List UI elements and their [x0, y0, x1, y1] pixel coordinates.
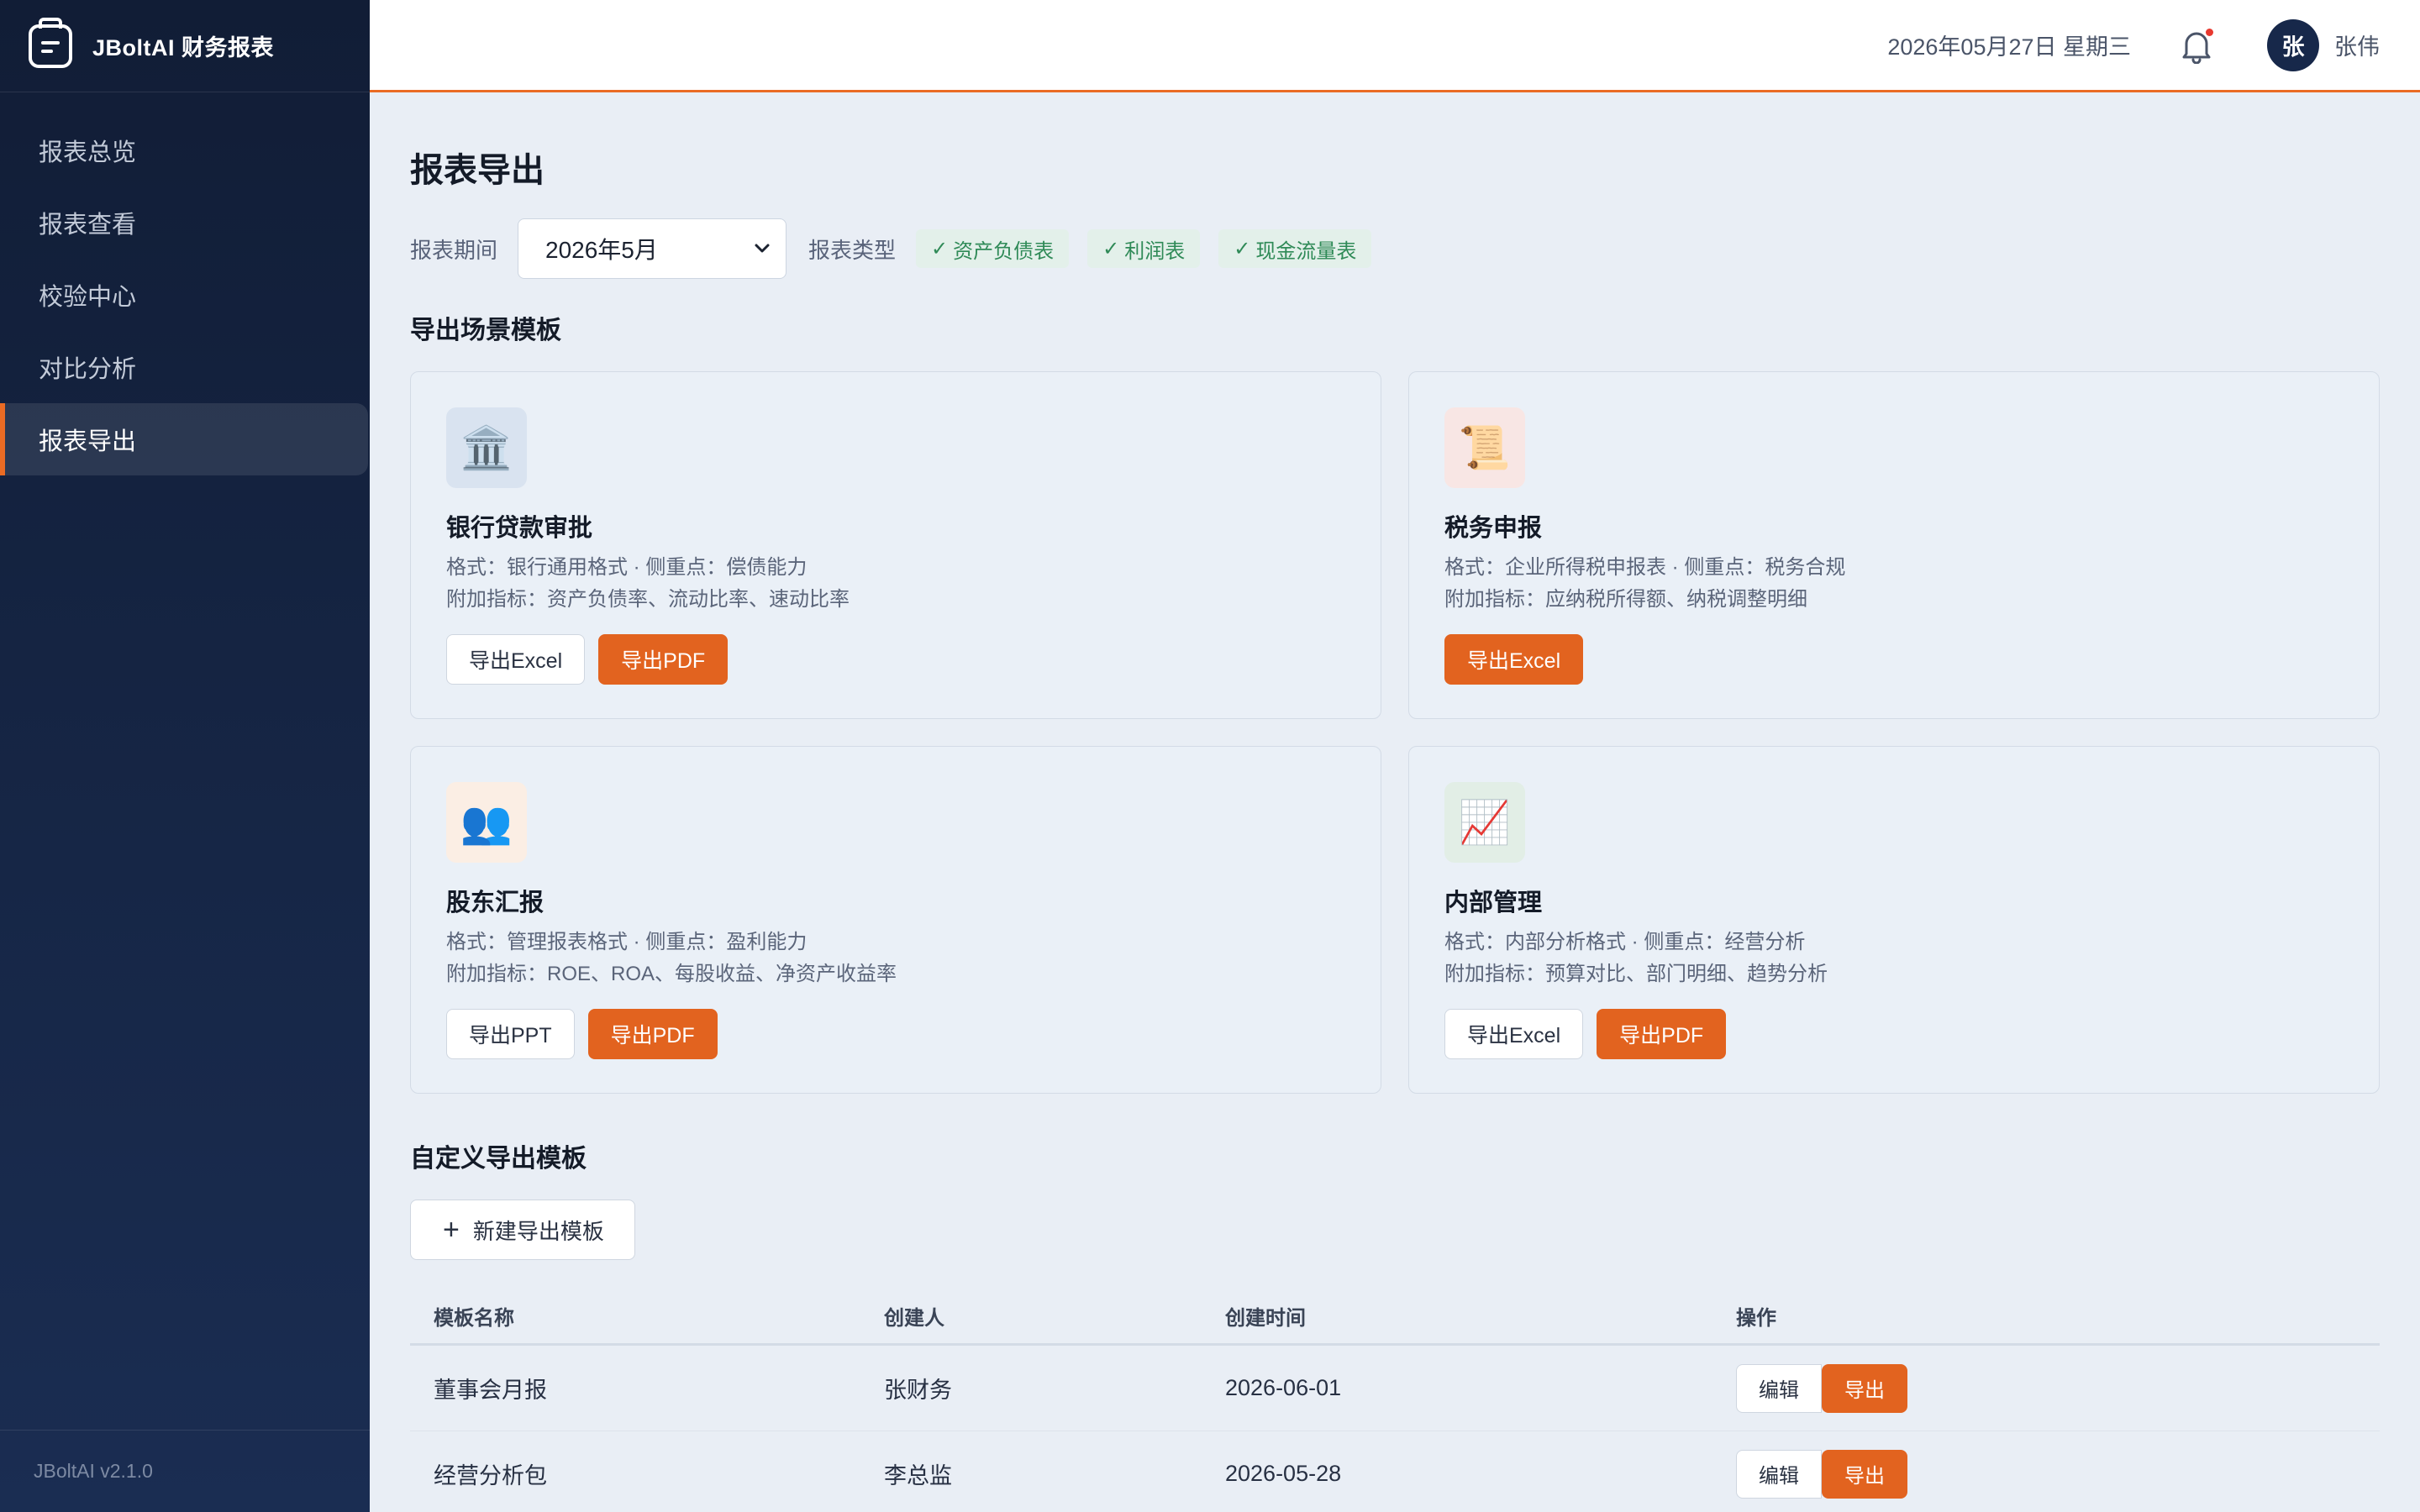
check-icon: ✓	[931, 237, 949, 260]
cell-name: 经营分析包	[434, 1463, 547, 1488]
table-row: 经营分析包 李总监 2026-05-28 编辑 导出	[410, 1431, 2380, 1512]
tag-label: 资产负债表	[953, 239, 1055, 263]
sidebar-item-view[interactable]: 报表查看	[0, 186, 368, 259]
card-title: 税务申报	[1444, 515, 1543, 542]
people-icon: 👥	[446, 782, 527, 863]
card-title: 股东汇报	[446, 890, 544, 916]
export-button[interactable]: 导出	[1822, 1363, 1907, 1413]
sidebar-item-label: 报表查看	[39, 212, 137, 239]
card-format: 格式：内部分析格式 · 侧重点：经营分析	[1444, 931, 1806, 953]
export-button[interactable]: 导出	[1822, 1449, 1907, 1499]
inbox-logo-icon	[29, 17, 72, 68]
period-label: 报表期间	[410, 237, 498, 263]
current-date: 2026年05月27日 星期三	[1887, 34, 2131, 60]
avatar[interactable]: 张	[2267, 18, 2319, 71]
sidebar: JBoltAI 财务报表 报表总览 报表查看 校验中心 对比分析 报表导出 JB…	[0, 0, 370, 1512]
card-title: 内部管理	[1444, 890, 1543, 916]
sidebar-item-label: 对比分析	[39, 356, 137, 383]
check-icon: ✓	[1102, 237, 1120, 260]
template-table: 模板名称 创建人 创建时间 操作 董事会月报 张财务 2026-06-01 编辑…	[410, 1289, 2380, 1512]
filter-bar: 报表期间 2026年5月 报表类型 ✓ 资产负债表 ✓ 利润表 ✓ 现金流量表	[410, 218, 1390, 279]
scenario-card-tax: 📜 税务申报 格式：企业所得税申报表 · 侧重点：税务合规 附加指标：应纳税所得…	[1408, 371, 2380, 719]
sidebar-nav: 报表总览 报表查看 校验中心 对比分析 报表导出	[0, 114, 370, 475]
scenario-card-shareholder: 👥 股东汇报 格式：管理报表格式 · 侧重点：盈利能力 附加指标：ROE、ROA…	[410, 746, 1381, 1094]
user-name[interactable]: 张伟	[2334, 29, 2380, 61]
edit-button[interactable]: 编辑	[1736, 1449, 1822, 1499]
export-excel-button[interactable]: 导出Excel	[1444, 1009, 1584, 1059]
tag-label: 现金流量表	[1255, 239, 1357, 263]
new-template-label: 新建导出模板	[472, 1218, 604, 1244]
export-pdf-button[interactable]: 导出PDF	[1597, 1009, 1727, 1059]
notification-dot	[2206, 28, 2213, 36]
card-title: 银行贷款审批	[446, 515, 593, 542]
export-excel-button[interactable]: 导出Excel	[446, 634, 586, 685]
cell-actions: 编辑 导出	[1736, 1449, 1907, 1499]
version-label: JBoltAI v2.1.0	[0, 1430, 370, 1512]
scenario-section-title: 导出场景模板	[410, 317, 561, 344]
check-icon: ✓	[1234, 237, 1251, 260]
sidebar-item-comparison[interactable]: 对比分析	[0, 331, 368, 403]
type-label: 报表类型	[808, 237, 897, 263]
cell-creator: 李总监	[884, 1463, 952, 1488]
custom-section-title: 自定义导出模板	[410, 1145, 587, 1173]
table-row: 董事会月报 张财务 2026-06-01 编辑 导出	[410, 1346, 2380, 1431]
cell-created: 2026-05-28	[1225, 1461, 1342, 1486]
export-excel-button[interactable]: 导出Excel	[1444, 634, 1584, 685]
sidebar-item-validation[interactable]: 校验中心	[0, 259, 368, 331]
page-title: 报表导出	[410, 152, 544, 189]
cell-creator: 张财务	[884, 1378, 952, 1403]
card-metrics: 附加指标：预算对比、部门明细、趋势分析	[1444, 963, 1828, 985]
cell-created: 2026-06-01	[1225, 1375, 1342, 1400]
type-tag-income-statement[interactable]: ✓ 利润表	[1087, 229, 1201, 268]
chart-increasing-icon: 📈	[1444, 782, 1525, 863]
card-format: 格式：银行通用格式 · 侧重点：偿债能力	[446, 556, 808, 579]
card-metrics: 附加指标：资产负债率、流动比率、速动比率	[446, 588, 850, 611]
card-metrics: 附加指标：ROE、ROA、每股收益、净资产收益率	[446, 963, 897, 985]
export-ppt-button[interactable]: 导出PPT	[446, 1009, 575, 1059]
sidebar-item-export[interactable]: 报表导出	[0, 403, 368, 475]
edit-button[interactable]: 编辑	[1736, 1363, 1822, 1413]
scenario-cards: 🏛️ 银行贷款审批 格式：银行通用格式 · 侧重点：偿债能力 附加指标：资产负债…	[410, 371, 2380, 1094]
column-creator: 创建人	[884, 1307, 944, 1330]
column-actions: 操作	[1736, 1307, 1776, 1330]
table-header: 模板名称 创建人 创建时间 操作	[410, 1289, 2380, 1346]
sidebar-item-overview[interactable]: 报表总览	[0, 114, 368, 186]
app-title: JBoltAI 财务报表	[92, 35, 275, 60]
plus-icon: +	[443, 1214, 460, 1246]
chevron-down-icon	[755, 244, 770, 253]
export-pdf-button[interactable]: 导出PDF	[587, 1009, 718, 1059]
type-tag-balance-sheet[interactable]: ✓ 资产负债表	[916, 229, 1070, 268]
scroll-icon: 📜	[1444, 407, 1525, 488]
cell-actions: 编辑 导出	[1736, 1363, 1907, 1413]
period-select[interactable]: 2026年5月	[518, 218, 787, 279]
top-header: 2026年05月27日 星期三 张 张伟	[370, 0, 2420, 92]
sidebar-item-label: 校验中心	[39, 284, 137, 311]
sidebar-item-label: 报表导出	[39, 428, 137, 455]
column-created: 创建时间	[1225, 1307, 1306, 1330]
export-pdf-button[interactable]: 导出PDF	[598, 634, 729, 685]
period-value: 2026年5月	[545, 237, 658, 263]
cell-name: 董事会月报	[434, 1378, 547, 1403]
new-template-button[interactable]: + 新建导出模板	[410, 1200, 635, 1260]
card-metrics: 附加指标：应纳税所得额、纳税调整明细	[1444, 588, 1807, 611]
column-name: 模板名称	[434, 1307, 514, 1330]
tag-label: 利润表	[1124, 239, 1186, 263]
card-format: 格式：管理报表格式 · 侧重点：盈利能力	[446, 931, 808, 953]
scenario-card-internal: 📈 内部管理 格式：内部分析格式 · 侧重点：经营分析 附加指标：预算对比、部门…	[1408, 746, 2380, 1094]
sidebar-item-label: 报表总览	[39, 139, 137, 166]
card-format: 格式：企业所得税申报表 · 侧重点：税务合规	[1444, 556, 1846, 579]
bell-icon[interactable]	[2180, 27, 2213, 64]
type-tag-cash-flow[interactable]: ✓ 现金流量表	[1218, 229, 1372, 268]
bank-icon: 🏛️	[446, 407, 527, 488]
scenario-card-bank-loan: 🏛️ 银行贷款审批 格式：银行通用格式 · 侧重点：偿债能力 附加指标：资产负债…	[410, 371, 1381, 719]
brand[interactable]: JBoltAI 财务报表	[0, 0, 370, 92]
